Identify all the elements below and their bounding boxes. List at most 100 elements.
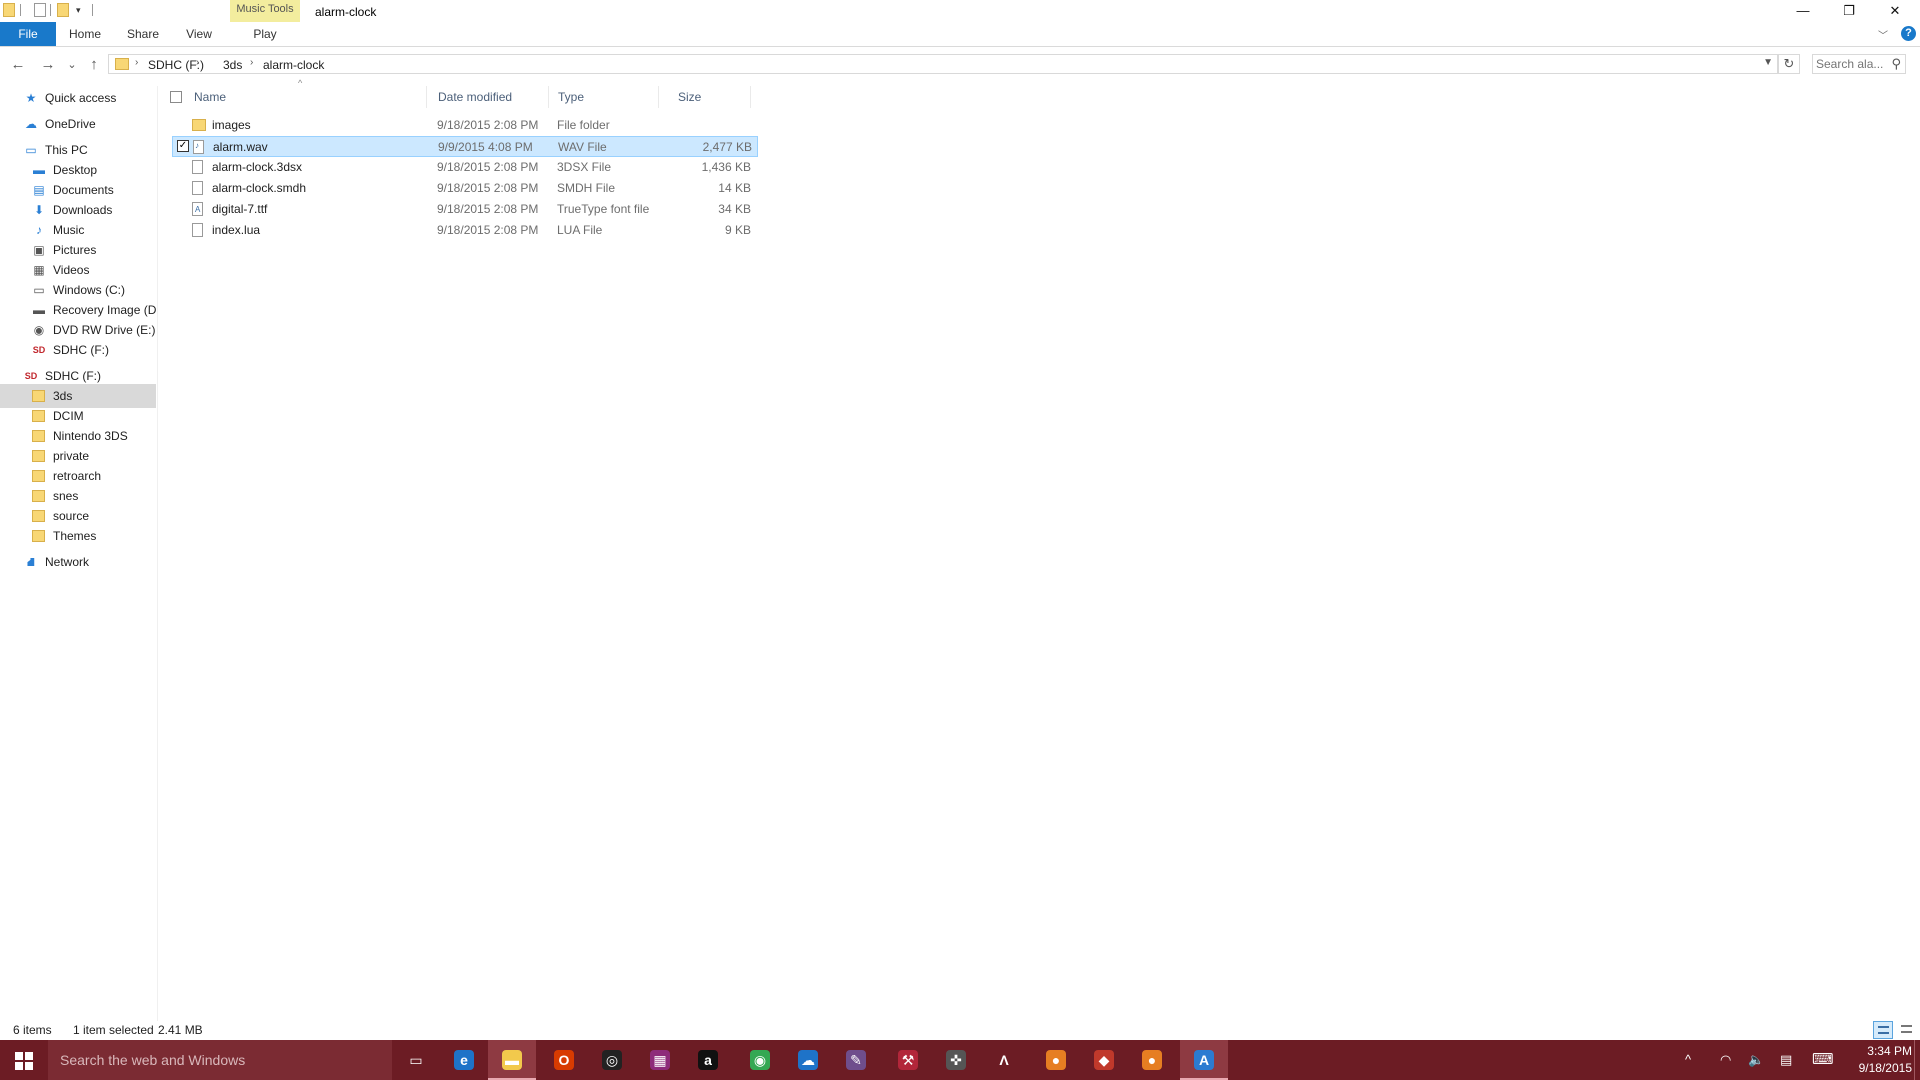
- properties-icon[interactable]: [34, 3, 46, 17]
- folder-icon: [32, 430, 45, 442]
- address-bar[interactable]: › SDHC (F:) › 3ds › alarm-clock ▼: [108, 54, 1778, 74]
- forward-button[interactable]: →: [38, 55, 58, 75]
- file-row[interactable]: index.lua 9/18/2015 2:08 PM LUA File 9 KB: [172, 220, 758, 241]
- breadcrumb-separator[interactable]: ›: [250, 57, 253, 68]
- recent-locations-button[interactable]: ⌄: [62, 55, 82, 75]
- tab-share[interactable]: Share: [118, 22, 168, 46]
- details-view-button[interactable]: [1873, 1021, 1893, 1039]
- wifi-icon[interactable]: ◠: [1720, 1052, 1731, 1068]
- large-icons-view-button[interactable]: [1897, 1021, 1917, 1039]
- file-type: LUA File: [557, 223, 603, 237]
- breadcrumb-alarm-clock[interactable]: alarm-clock: [263, 58, 324, 72]
- breadcrumb-separator[interactable]: ›: [135, 57, 138, 68]
- file-row[interactable]: digital-7.ttf 9/18/2015 2:08 PM TrueType f…: [172, 199, 758, 220]
- column-header-type[interactable]: Type: [558, 86, 658, 108]
- file-icon: [192, 181, 203, 195]
- file-row[interactable]: alarm-clock.smdh 9/18/2015 2:08 PM SMDH Fi…: [172, 178, 758, 199]
- volume-icon[interactable]: 🔈: [1748, 1052, 1764, 1068]
- restore-button[interactable]: ❐: [1826, 0, 1872, 22]
- file-icon: [192, 223, 203, 237]
- delta-app-taskbar-button[interactable]: Λ: [980, 1040, 1028, 1080]
- emulator-app-taskbar-button[interactable]: ◆: [1080, 1040, 1128, 1080]
- title-bar: ▾ Music Tools alarm-clock — ❐ ✕: [0, 0, 1920, 45]
- large-icons-view-icon: [1901, 1025, 1912, 1033]
- start-button[interactable]: [0, 1040, 48, 1080]
- file-row[interactable]: ✓ alarm.wav 9/9/2015 4:08 PM WAV File 2,477 …: [172, 136, 758, 157]
- back-button[interactable]: ←: [8, 55, 28, 75]
- selection-size: 2.41 MB: [158, 1023, 203, 1037]
- sidebar-item-label: SDHC (F:): [45, 369, 101, 383]
- basketball-taskbar-button[interactable]: ●: [1032, 1040, 1080, 1080]
- file-explorer-taskbar-button[interactable]: ▬: [488, 1040, 536, 1080]
- keyboard-icon[interactable]: ⌨: [1812, 1050, 1834, 1068]
- file-row[interactable]: alarm-clock.3dsx 9/18/2015 2:08 PM 3DSX Fi…: [172, 157, 758, 178]
- sidebar-item-onedrive[interactable]: ☁ OneDrive: [0, 112, 156, 136]
- tab-file[interactable]: File: [0, 22, 56, 46]
- file-size: 34 KB: [718, 202, 751, 216]
- file-size: 1,436 KB: [701, 160, 751, 174]
- column-header-date-modified[interactable]: Date modified: [438, 86, 548, 108]
- column-divider[interactable]: [658, 86, 659, 108]
- column-divider[interactable]: [426, 86, 427, 108]
- column-header-name[interactable]: Name: [194, 86, 454, 108]
- sidebar-item-sdhc-f[interactable]: SD SDHC (F:): [0, 338, 156, 362]
- desktop-icon: ▬: [33, 163, 45, 177]
- up-button[interactable]: ↑: [84, 55, 104, 75]
- row-checkbox[interactable]: ✓: [177, 140, 189, 152]
- new-folder-icon[interactable]: [57, 3, 69, 17]
- tools-taskbar-button[interactable]: ⚒: [884, 1040, 932, 1080]
- sidebar-item-themes[interactable]: Themes: [0, 524, 156, 548]
- show-hidden-icons-icon[interactable]: ^: [1685, 1052, 1691, 1067]
- taskbar-search-placeholder[interactable]: Search the web and Windows: [60, 1052, 245, 1068]
- file-name: alarm-clock.3dsx: [212, 160, 303, 174]
- ball-app-taskbar-button[interactable]: ●: [1128, 1040, 1176, 1080]
- cloud-icon: ☁: [25, 117, 37, 131]
- gamepad-taskbar-button[interactable]: ✜: [932, 1040, 980, 1080]
- chrome-taskbar-button[interactable]: ◉: [736, 1040, 784, 1080]
- onedrive-taskbar-button[interactable]: ☁: [784, 1040, 832, 1080]
- sidebar-item-network[interactable]: ⛘ Network: [0, 550, 156, 574]
- file-date-modified: 9/18/2015 2:08 PM: [437, 223, 539, 237]
- column-divider[interactable]: [548, 86, 549, 108]
- select-all-checkbox[interactable]: [170, 91, 182, 103]
- column-divider[interactable]: [750, 86, 751, 108]
- file-type: TrueType font file: [557, 202, 650, 216]
- column-header-size[interactable]: Size: [678, 86, 748, 108]
- edge-browser-taskbar-button[interactable]: e: [440, 1040, 488, 1080]
- drive-icon: ▭: [33, 283, 45, 297]
- azure-app-taskbar-button[interactable]: A: [1180, 1040, 1228, 1080]
- help-icon[interactable]: ?: [1901, 26, 1916, 41]
- sidebar-item-quick-access[interactable]: ★ Quick access: [0, 86, 156, 110]
- customize-quick-access-icon[interactable]: ▾: [76, 5, 81, 16]
- clock-date[interactable]: 9/18/2015: [1844, 1061, 1912, 1075]
- tab-play[interactable]: Play: [240, 22, 290, 46]
- media-app-taskbar-button[interactable]: ◎: [588, 1040, 636, 1080]
- file-icon: [192, 160, 203, 174]
- breadcrumb-separator[interactable]: ›: [196, 57, 199, 68]
- action-center-icon[interactable]: ▤: [1780, 1052, 1792, 1068]
- game-app-taskbar-button[interactable]: ▦: [636, 1040, 684, 1080]
- show-desktop-button[interactable]: [1914, 1040, 1920, 1080]
- office-taskbar-button[interactable]: O: [540, 1040, 588, 1080]
- close-button[interactable]: ✕: [1872, 0, 1918, 22]
- search-box[interactable]: ⚲: [1812, 54, 1906, 74]
- star-icon: ★: [25, 91, 37, 105]
- clock-time[interactable]: 3:34 PM: [1852, 1044, 1912, 1058]
- breadcrumb-3ds[interactable]: 3ds: [223, 58, 242, 72]
- file-row[interactable]: images 9/18/2015 2:08 PM File folder: [172, 115, 758, 136]
- chevron-down-icon[interactable]: ﹀: [1878, 27, 1888, 42]
- sidebar-item-label: Desktop: [53, 163, 98, 177]
- tab-view[interactable]: View: [174, 22, 224, 46]
- chevron-down-icon[interactable]: ▼: [1763, 57, 1773, 68]
- file-name: digital-7.ttf: [212, 202, 268, 216]
- search-input[interactable]: [1816, 56, 1886, 72]
- task-view-taskbar-button[interactable]: ▭: [392, 1040, 440, 1080]
- music-icon: ♪: [36, 223, 42, 237]
- taskbar-search-box[interactable]: Search the web and Windows: [48, 1040, 392, 1080]
- paint-taskbar-button[interactable]: ✎: [832, 1040, 880, 1080]
- refresh-button[interactable]: ↻: [1778, 54, 1800, 74]
- minimize-button[interactable]: —: [1780, 0, 1826, 22]
- search-icon[interactable]: ⚲: [1891, 56, 1901, 72]
- amazon-taskbar-button[interactable]: a: [684, 1040, 732, 1080]
- tab-home[interactable]: Home: [60, 22, 110, 46]
